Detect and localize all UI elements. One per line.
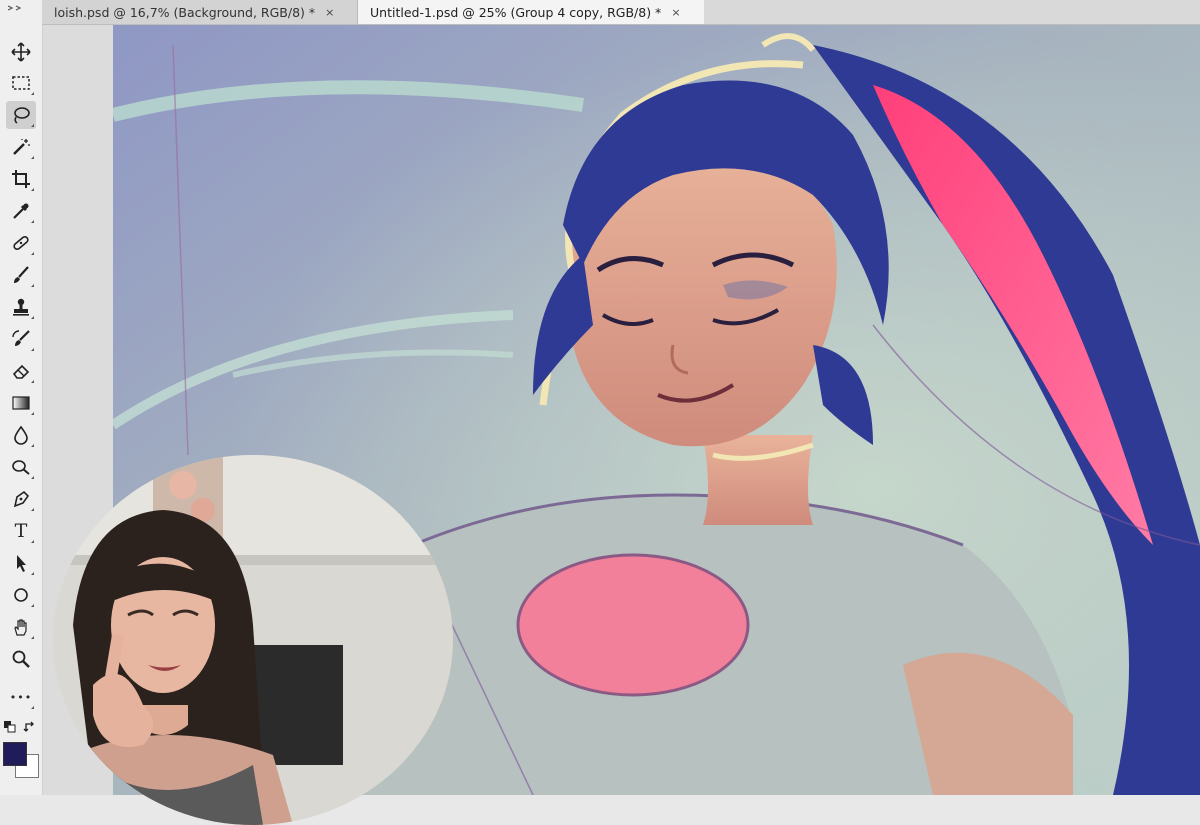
swap-colors-icon[interactable]	[23, 720, 37, 734]
default-colors-icon[interactable]	[3, 720, 17, 734]
dodge-icon[interactable]	[6, 453, 36, 481]
document-window	[43, 25, 1200, 825]
lasso-icon[interactable]	[6, 101, 36, 129]
tab-label: loish.psd @ 16,7% (Background, RGB/8) *	[54, 4, 316, 20]
panel-collapse-icon[interactable]	[6, 4, 36, 12]
ellipse-shape-icon[interactable]	[6, 581, 36, 609]
tab-loish-psd[interactable]: loish.psd @ 16,7% (Background, RGB/8) * …	[42, 0, 358, 24]
eyedropper-icon[interactable]	[6, 197, 36, 225]
webcam-video	[53, 455, 453, 825]
marquee-icon[interactable]	[6, 69, 36, 97]
type-icon[interactable]: T	[6, 517, 36, 545]
blur-icon[interactable]	[6, 421, 36, 449]
close-icon[interactable]: ×	[671, 6, 680, 19]
tab-untitled-1-psd[interactable]: Untitled-1.psd @ 25% (Group 4 copy, RGB/…	[358, 0, 704, 24]
healing-brush-icon[interactable]	[6, 229, 36, 257]
eraser-icon[interactable]	[6, 357, 36, 385]
close-icon[interactable]: ×	[325, 6, 334, 19]
crop-icon[interactable]	[6, 165, 36, 193]
webcam-overlay	[53, 455, 453, 825]
tools-panel: T •••	[0, 0, 43, 795]
magic-wand-icon[interactable]	[6, 133, 36, 161]
tab-label: Untitled-1.psd @ 25% (Group 4 copy, RGB/…	[370, 4, 662, 20]
more-tools-icon[interactable]: •••	[6, 683, 36, 711]
path-selection-icon[interactable]	[6, 549, 36, 577]
gradient-icon[interactable]	[6, 389, 36, 417]
hand-icon[interactable]	[6, 613, 36, 641]
clone-stamp-icon[interactable]	[6, 293, 36, 321]
move-tool-icon[interactable]	[6, 38, 36, 66]
brush-icon[interactable]	[6, 261, 36, 289]
pen-icon[interactable]	[6, 485, 36, 513]
foreground-color-swatch[interactable]	[3, 742, 27, 766]
document-tab-bar: loish.psd @ 16,7% (Background, RGB/8) * …	[42, 0, 1200, 25]
zoom-icon[interactable]	[6, 645, 36, 673]
history-brush-icon[interactable]	[6, 325, 36, 353]
